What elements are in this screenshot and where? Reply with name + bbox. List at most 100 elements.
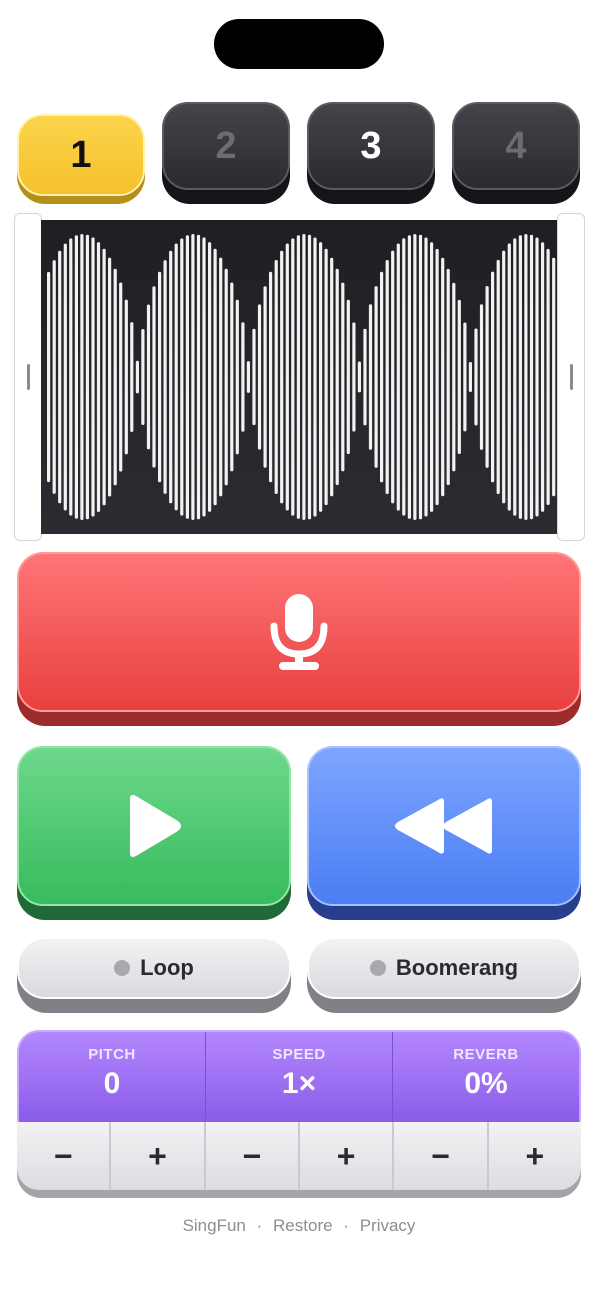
waveform-bar <box>529 234 534 520</box>
waveform-bar <box>263 286 267 468</box>
waveform-bar <box>146 304 151 450</box>
loop-toggle[interactable]: Loop <box>17 937 291 1013</box>
separator: · <box>343 1216 349 1235</box>
waveform-bar <box>141 329 145 425</box>
waveform-bar <box>230 282 234 472</box>
waveform-bar <box>452 282 456 472</box>
waveform-bar <box>252 328 256 426</box>
slot-1-button[interactable]: 1 <box>17 114 145 204</box>
slot-2-label: 2 <box>215 124 237 167</box>
reverb-readout: REVERB 0% <box>393 1032 579 1122</box>
waveform-bar <box>96 242 101 512</box>
waveform-bar <box>546 248 550 505</box>
waveform-bar <box>363 328 367 426</box>
waveform-bar <box>174 243 178 511</box>
waveform-bar <box>463 322 467 432</box>
waveform-bar <box>424 237 428 517</box>
waveform-bar <box>102 248 106 506</box>
speed-value: 1× <box>281 1067 317 1100</box>
boomerang-indicator-dot <box>369 960 386 976</box>
waveform-bar <box>479 304 484 450</box>
waveform-bar <box>457 299 461 454</box>
privacy-link[interactable]: Privacy <box>360 1216 416 1235</box>
separator: · <box>256 1216 263 1235</box>
pitch-increase-button[interactable]: + <box>111 1122 206 1190</box>
waveform-bar <box>202 237 206 517</box>
loop-indicator-dot <box>114 960 131 976</box>
record-button[interactable] <box>17 552 581 726</box>
microphone-icon <box>270 594 328 670</box>
waveform-bar <box>485 286 489 468</box>
waveform-bar <box>324 248 328 506</box>
waveform-bar <box>391 250 395 504</box>
slot-3-button[interactable]: 3 <box>307 102 435 204</box>
waveform-bar <box>291 238 295 516</box>
waveform-bar <box>335 268 339 486</box>
waveform-bar <box>518 235 522 519</box>
waveform-bar <box>69 238 73 516</box>
slot-4-button[interactable]: 4 <box>452 102 580 204</box>
slot-3-label: 3 <box>360 124 382 167</box>
speed-decrease-button[interactable]: − <box>206 1122 300 1190</box>
grip-icon <box>570 364 573 390</box>
waveform-bar <box>113 268 117 486</box>
waveform-bar <box>91 237 95 517</box>
restore-link[interactable]: Restore <box>273 1216 333 1235</box>
waveform-bar <box>380 271 384 483</box>
waveform-bar <box>196 234 201 520</box>
waveform-bar <box>307 234 312 520</box>
waveform-bar <box>158 271 162 483</box>
slot-2-button[interactable]: 2 <box>162 102 290 204</box>
pitch-value: 0 <box>103 1067 121 1100</box>
waveform-bar <box>152 286 156 468</box>
waveform-bar <box>130 322 134 432</box>
pitch-readout: PITCH 0 <box>19 1032 206 1122</box>
waveform-bar <box>74 235 78 519</box>
grip-icon <box>27 364 30 390</box>
waveform-bar <box>418 234 423 520</box>
waveform-bar <box>374 286 378 468</box>
app-link[interactable]: SingFun <box>183 1216 246 1235</box>
waveform-bar <box>507 243 511 511</box>
trim-end-handle[interactable] <box>557 213 585 541</box>
pitch-decrease-button[interactable]: − <box>17 1122 112 1190</box>
waveform-editor <box>14 213 585 541</box>
waveform-bar <box>535 237 539 517</box>
reverb-increase-button[interactable]: + <box>489 1122 581 1190</box>
waveform-bar <box>85 234 89 520</box>
play-button[interactable] <box>17 746 291 920</box>
trim-start-handle[interactable] <box>14 213 42 541</box>
waveform-bar <box>47 271 51 483</box>
waveform-bar <box>513 238 517 516</box>
dynamic-island <box>214 19 384 69</box>
waveform-bar <box>319 242 323 512</box>
waveform-bar <box>124 299 128 455</box>
waveform-bar <box>341 282 345 472</box>
waveform-bar <box>446 268 450 486</box>
waveform-display <box>41 220 557 534</box>
waveform-bar <box>524 234 528 520</box>
waveform-bar <box>296 235 300 519</box>
waveform-bar <box>552 257 556 497</box>
slot-1-label: 1 <box>70 133 92 176</box>
waveform-bar <box>169 250 173 504</box>
waveform-bar <box>108 257 112 497</box>
reverb-label: REVERB <box>453 1046 519 1063</box>
reverb-decrease-button[interactable]: − <box>394 1122 489 1190</box>
waveform-bar <box>191 234 195 520</box>
waveform-bar <box>396 243 400 511</box>
waveform-bar <box>502 250 506 504</box>
rewind-button[interactable] <box>307 746 581 920</box>
waveform-bar <box>474 328 478 426</box>
speed-increase-button[interactable]: + <box>300 1122 395 1190</box>
waveform-bar <box>219 257 223 497</box>
waveform-bar <box>58 250 62 504</box>
effects-panel: PITCH 0 SPEED 1× REVERB 0% − + − + − + <box>17 1030 581 1198</box>
boomerang-toggle[interactable]: Boomerang <box>307 937 581 1013</box>
waveform-bar <box>257 304 262 450</box>
speed-readout: SPEED 1× <box>206 1032 393 1122</box>
effects-steppers: − + − + − + <box>17 1122 581 1190</box>
pitch-label: PITCH <box>88 1046 136 1063</box>
waveform-bar <box>346 299 350 455</box>
waveform-bar <box>368 304 373 450</box>
